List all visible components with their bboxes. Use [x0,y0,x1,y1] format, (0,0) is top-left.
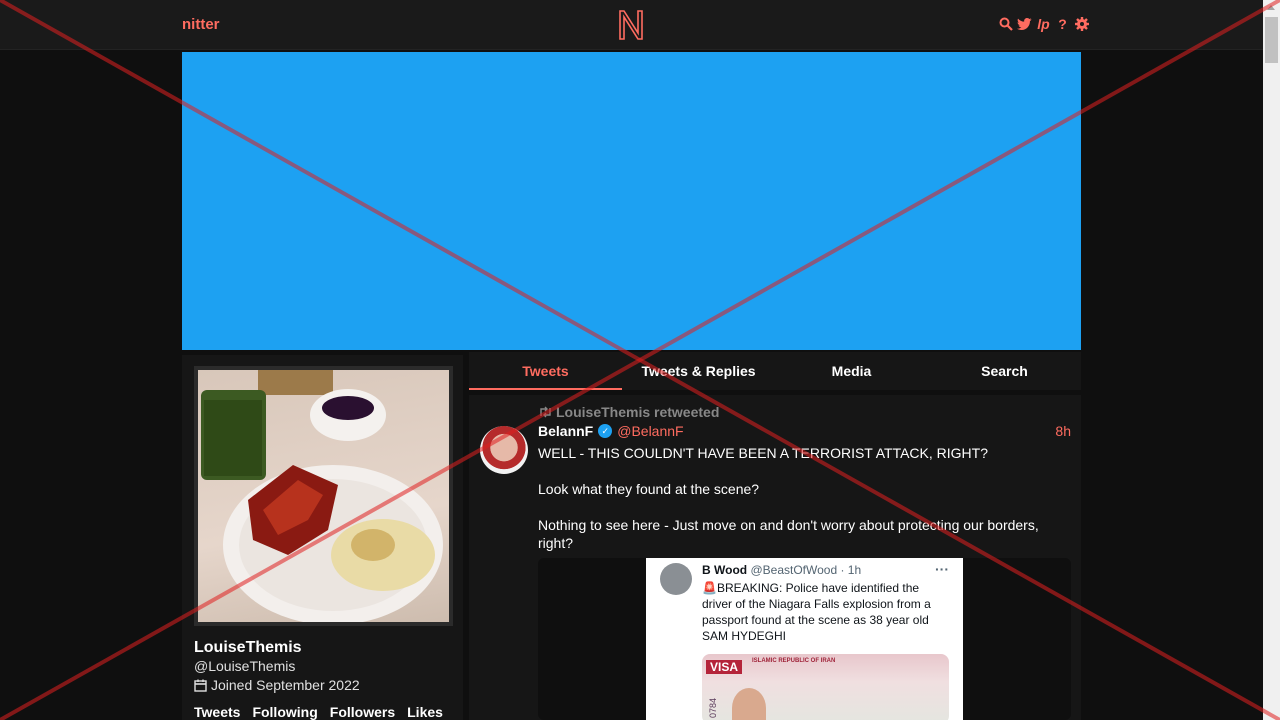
visa-label: VISA [706,660,743,674]
profile-avatar[interactable] [194,366,453,626]
profile-stats: Tweets Following Followers Likes [194,704,443,720]
lp-icon[interactable]: lp [1036,16,1051,32]
profile-joined: Joined September 2022 [194,677,360,693]
tweet-username[interactable]: @BelannF [617,423,683,439]
tweet-avatar[interactable] [480,426,528,474]
gear-icon[interactable] [1074,16,1089,32]
tweet-attachment[interactable]: B Wood @BeastOfWood · 1h ··· 🚨BREAKING: … [538,558,1071,720]
embedded-screenshot[interactable]: B Wood @BeastOfWood · 1h ··· 🚨BREAKING: … [646,558,963,720]
tab-tweets-replies[interactable]: Tweets & Replies [622,352,775,390]
navbar: nitter lp ? [0,0,1263,50]
profile-username[interactable]: @LouiseThemis [194,658,295,674]
profile-card: LouiseThemis @LouiseThemis Joined Septem… [182,355,463,720]
embed-name: B Wood [702,563,748,577]
scroll-up-arrow-icon[interactable] [1267,5,1275,10]
tab-tweets[interactable]: Tweets [469,352,622,390]
verified-badge-icon: ✓ [598,424,613,438]
nav-icons: lp ? [998,16,1089,32]
brand-link[interactable]: nitter [182,16,220,33]
stat-tweets[interactable]: Tweets [194,704,240,720]
timeline-tabs: Tweets Tweets & Replies Media Search [469,352,1081,390]
tab-search[interactable]: Search [928,352,1081,390]
retweet-header[interactable]: LouiseThemis retweeted [538,404,719,420]
tweet-paragraph: Nothing to see here - Just move on and d… [538,517,1039,551]
stat-followers[interactable]: Followers [330,704,395,720]
tweet-content: WELL - THIS COULDN'T HAVE BEEN A TERRORI… [538,444,1068,570]
page-scrollbar[interactable] [1263,0,1280,720]
tab-media[interactable]: Media [775,352,928,390]
calendar-icon [194,679,207,692]
visa-number: 0784 [708,698,718,719]
visa-image: VISA ISLAMIC REPUBLIC OF IRAN 0784 [702,654,949,720]
nitter-logo-icon[interactable] [617,9,645,41]
scroll-thumb[interactable] [1265,17,1278,63]
tweet-date[interactable]: 8h [1055,423,1071,439]
embed-text: 🚨BREAKING: Police have identified the dr… [702,581,931,643]
tweet-fullname[interactable]: BelannF [538,423,593,439]
visa-photo [732,688,766,720]
joined-date: Joined September 2022 [211,677,360,693]
retweet-icon [540,406,551,418]
visa-republic-text: ISLAMIC REPUBLIC OF IRAN [752,658,836,664]
embed-avatar [660,563,692,595]
stat-following[interactable]: Following [252,704,317,720]
more-dots-icon: ··· [935,561,949,577]
embed-author: B Wood @BeastOfWood · 1h [702,563,861,577]
tweet-paragraph: WELL - THIS COULDN'T HAVE BEEN A TERRORI… [538,445,988,461]
profile-banner[interactable] [182,52,1081,350]
profile-fullname[interactable]: LouiseThemis [194,639,302,657]
question-icon[interactable]: ? [1055,16,1070,32]
search-icon[interactable] [998,16,1013,32]
profile-avatar-photo [198,370,449,622]
retweet-label: LouiseThemis retweeted [556,404,720,420]
twitter-bird-icon[interactable] [1017,16,1032,32]
tweet-header: BelannF ✓ @BelannF [538,423,684,439]
timeline: LouiseThemis retweeted BelannF ✓ @Belann… [469,395,1081,720]
embed-handle: @BeastOfWood · 1h [750,563,862,577]
tweet-paragraph: Look what they found at the scene? [538,481,760,497]
stat-likes[interactable]: Likes [407,704,443,720]
